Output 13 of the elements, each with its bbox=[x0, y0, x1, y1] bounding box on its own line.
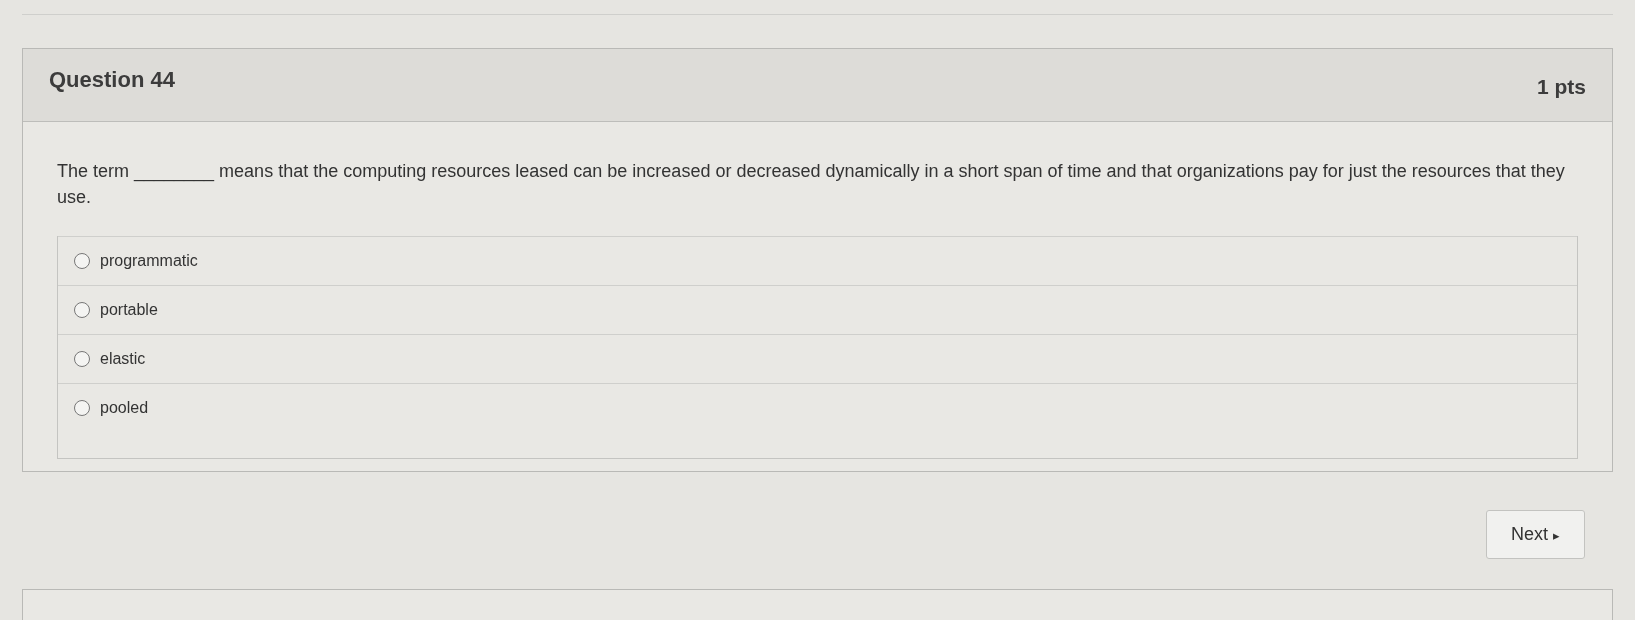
question-title: Question 44 bbox=[49, 66, 175, 94]
caret-icon: ▸ bbox=[1553, 527, 1560, 543]
points-label: 1 pts bbox=[1537, 74, 1586, 100]
radio-button[interactable] bbox=[74, 252, 90, 269]
radio-button[interactable] bbox=[74, 399, 90, 416]
radio-button[interactable] bbox=[74, 301, 90, 318]
radio-button[interactable] bbox=[74, 350, 90, 367]
option-label[interactable]: elastic bbox=[100, 346, 146, 371]
next-button[interactable]: Next ▸ bbox=[1486, 509, 1585, 559]
option-label[interactable]: programmatic bbox=[100, 248, 198, 273]
option-label[interactable]: portable bbox=[100, 297, 158, 322]
option-label[interactable]: pooled bbox=[100, 395, 149, 420]
question-text: The term ________ means that the computing resources leased can be increased or decreased dynamically in a short span of time and that organizations pay for just the resources that they use. bbox=[57, 159, 1566, 209]
